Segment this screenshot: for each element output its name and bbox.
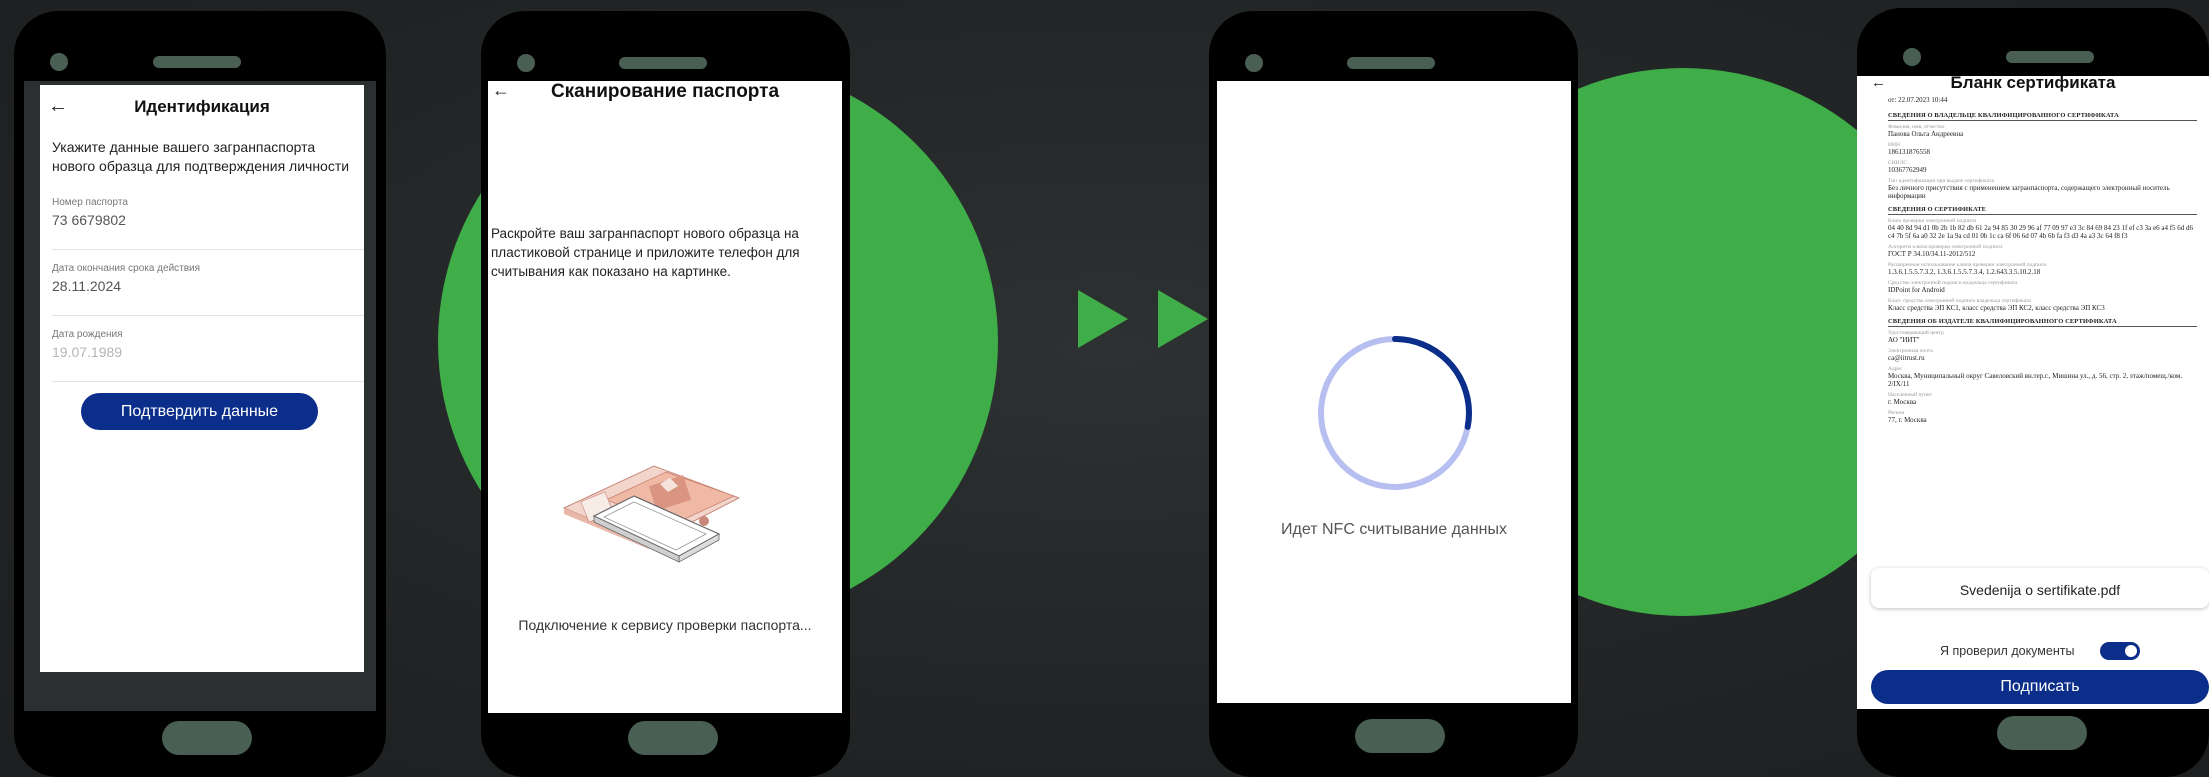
page-title: Сканирование паспорта <box>550 81 780 102</box>
certificate-form-screen: ← Бланк сертификата от: 22.07.2023 10:44… <box>1857 76 2209 709</box>
loading-spinner-icon <box>1318 336 1472 490</box>
field-label: Номер паспорта <box>52 197 128 208</box>
instruction-text: Укажите данные вашего загранпаспорта нов… <box>52 139 350 174</box>
status-text: Подключение к сервису проверки паспорта.… <box>518 617 812 633</box>
row-value: 1.3.6.1.5.5.7.3.2, 1.3.6.1.5.5.7.3.4, 1.… <box>1888 268 2041 276</box>
row-value: Класс средства ЭП КС1, класс средства ЭП… <box>1888 304 2105 312</box>
page-title: Идентификация <box>134 97 270 116</box>
certificate-row: Ключ проверки электронной подписи 04 40 8… <box>1888 218 2197 240</box>
home-button[interactable] <box>162 721 252 755</box>
documents-checked-label: Я проверил документы <box>1940 644 2075 658</box>
certificate-document: от: 22.07.2023 10:44 СВЕДЕНИЯ О ВЛАДЕЛЬЦ… <box>1888 96 2197 428</box>
home-button[interactable] <box>1997 716 2087 750</box>
expiry-date-field[interactable]: Дата окончания срока действия 28.11.2024 <box>52 263 364 316</box>
certificate-row: ИНН 186131876558 <box>1888 142 2197 156</box>
flow-arrow-icon <box>1158 290 1208 348</box>
row-value: Москва, Муниципальный округ Савеловский … <box>1888 372 2183 388</box>
phone-certificate-form: ← Бланк сертификата от: 22.07.2023 10:44… <box>1857 8 2209 777</box>
file-name-label: Svedenija o sertifikate.pdf <box>1959 582 2121 598</box>
phone-nfc-reading: Идет NFC считывание данных <box>1209 11 1578 777</box>
certificate-section: СВЕДЕНИЯ О СЕРТИФИКАТЕ Ключ проверки элек… <box>1888 206 2197 312</box>
speaker-grille <box>619 57 707 69</box>
certificate-row: Фамилия, имя, отчество Панова Ольга Андре… <box>1888 124 2197 138</box>
certificate-row: Класс средства электронной подписи владе… <box>1888 298 2197 312</box>
certificate-row: Средство электронной подписи владельца с… <box>1888 280 2197 294</box>
row-value: 04 40 8d 94 d1 0b 2b 1b 82 db 61 2a 94 8… <box>1888 224 2194 240</box>
row-value: 77, г. Москва <box>1888 416 1927 424</box>
status-text: Идет NFC считывание данных <box>1281 521 1507 538</box>
row-value: 186131876558 <box>1888 148 1930 156</box>
row-value: г. Москва <box>1888 398 1917 406</box>
certificate-row: Удостоверяющий центр АО "ИИТ" <box>1888 330 2197 344</box>
camera-icon <box>517 54 535 72</box>
flow-arrow-icon <box>1078 290 1128 348</box>
field-value: 73 6679802 <box>52 212 126 228</box>
certificate-row: Тип идентификации при выдаче сертификата… <box>1888 178 2197 200</box>
passport-nfc-illustration-icon <box>562 465 741 563</box>
camera-icon <box>1245 54 1263 72</box>
home-button[interactable] <box>1355 719 1445 753</box>
row-value: IDPoint for Android <box>1888 286 1945 294</box>
certificate-row: Регион 77, г. Москва <box>1888 410 2197 424</box>
speaker-grille <box>2006 51 2094 63</box>
camera-icon <box>50 53 68 71</box>
documents-checked-toggle[interactable] <box>2100 642 2140 660</box>
section-heading: СВЕДЕНИЯ О СЕРТИФИКАТЕ <box>1888 206 2197 215</box>
row-value: ca@iitrust.ru <box>1888 354 1925 362</box>
speaker-grille <box>153 56 241 68</box>
birth-date-field[interactable]: Дата рождения 19.07.1989 <box>52 329 364 382</box>
field-value: 28.11.2024 <box>52 278 122 294</box>
row-value: Панова Ольга Андреевна <box>1888 130 1964 138</box>
certificate-row: Электронная почта ca@iitrust.ru <box>1888 348 2197 362</box>
certificate-row: Алгоритм ключа проверки электронной подп… <box>1888 244 2197 258</box>
row-value: Без личного присутствия с применением за… <box>1888 184 2170 200</box>
certificate-section: СВЕДЕНИЯ ОБ ИЗДАТЕЛЕ КВАЛИФИЦИРОВАННОГО … <box>1888 318 2197 424</box>
document-date: от: 22.07.2023 10:44 <box>1888 96 1948 104</box>
row-value: 10367762949 <box>1888 166 1927 174</box>
speaker-grille <box>1347 57 1435 69</box>
home-button[interactable] <box>628 721 718 755</box>
field-label: Дата окончания срока действия <box>52 263 201 274</box>
confirm-data-button[interactable]: Подтвердить данные <box>81 393 318 430</box>
toggle-knob <box>2125 645 2137 657</box>
section-heading: СВЕДЕНИЯ О ВЛАДЕЛЬЦЕ КВАЛИФИЦИРОВАННОГО … <box>1888 112 2197 121</box>
passport-number-field[interactable]: Номер паспорта 73 6679802 <box>52 197 364 250</box>
page-title: Бланк сертификата <box>1950 76 2116 92</box>
row-value: АО "ИИТ" <box>1888 336 1920 344</box>
field-value: 19.07.1989 <box>52 344 123 360</box>
nfc-reading-screen: Идет NFC считывание данных <box>1217 81 1571 703</box>
identification-screen: ← Идентификация Укажите данные вашего за… <box>40 85 364 672</box>
section-heading: СВЕДЕНИЯ ОБ ИЗДАТЕЛЕ КВАЛИФИЦИРОВАННОГО … <box>1888 318 2197 327</box>
phone-passport-scan: ← Сканирование паспорта Раскройте ваш за… <box>481 11 850 777</box>
certificate-row: Адрес Москва, Муниципальный округ Савелов… <box>1888 366 2197 388</box>
passport-scan-screen: ← Сканирование паспорта Раскройте ваш за… <box>488 81 842 713</box>
instruction-text: Раскройте ваш загранпаспорт нового образ… <box>491 226 800 279</box>
certificate-row: Расширенное использование ключа проверки… <box>1888 262 2197 276</box>
row-value: ГОСТ Р 34.10/34.11-2012/512 <box>1888 250 1976 258</box>
phone-identification: ← Идентификация Укажите данные вашего за… <box>14 11 386 777</box>
certificate-row: СНИЛС 10367762949 <box>1888 160 2197 174</box>
certificate-sections: СВЕДЕНИЯ О ВЛАДЕЛЬЦЕ КВАЛИФИЦИРОВАННОГО … <box>1888 112 2197 424</box>
field-label: Дата рождения <box>52 329 123 340</box>
certificate-row: Населенный пункт г. Москва <box>1888 392 2197 406</box>
certificate-section: СВЕДЕНИЯ О ВЛАДЕЛЬЦЕ КВАЛИФИЦИРОВАННОГО … <box>1888 112 2197 200</box>
sign-button[interactable]: Подписать <box>1871 670 2209 704</box>
camera-icon <box>1903 48 1921 66</box>
